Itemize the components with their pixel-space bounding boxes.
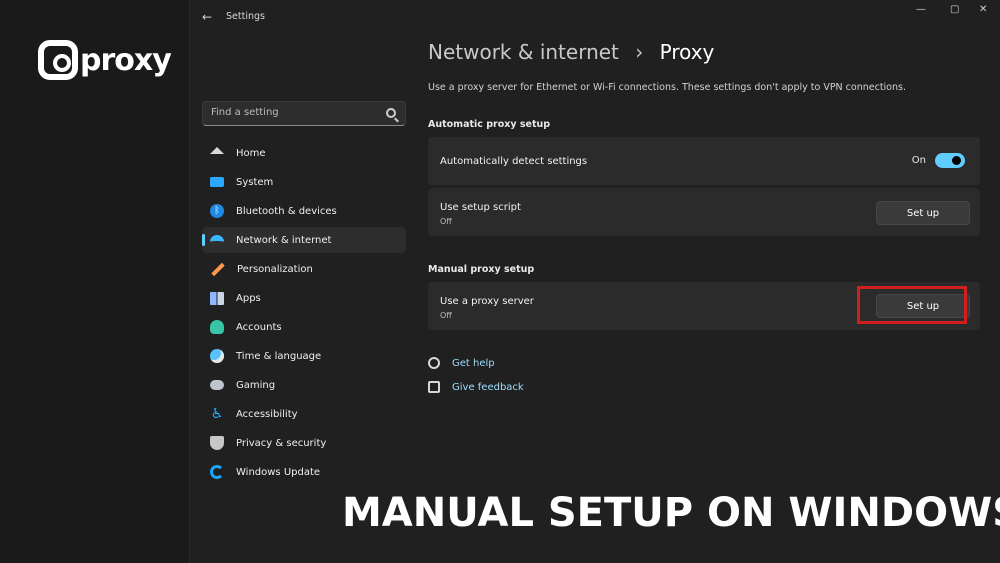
- proxy-logo: proxy: [38, 40, 172, 80]
- page-description: Use a proxy server for Ethernet or Wi-Fi…: [428, 82, 906, 93]
- toggle-state-label: On: [911, 155, 926, 166]
- search-icon[interactable]: [386, 108, 396, 118]
- feedback-icon: [428, 381, 440, 393]
- sidebar-item-system[interactable]: System: [202, 169, 406, 195]
- overlay-caption: MANUAL SETUP ON WINDOWS: [342, 490, 1000, 536]
- proxy-logo-text: proxy: [80, 42, 172, 78]
- sidebar-item-windows-update[interactable]: Windows Update: [202, 459, 406, 485]
- breadcrumb-separator: ›: [635, 40, 644, 64]
- sidebar-item-label: System: [236, 176, 274, 188]
- breadcrumb: Network & internet › Proxy: [428, 40, 714, 64]
- sidebar-item-label: Personalization: [237, 263, 313, 275]
- screenshot-stage: proxy ← Settings — ▢ ✕ Find a setting Ho…: [0, 0, 1000, 563]
- sidebar-item-gaming[interactable]: Gaming: [202, 372, 406, 398]
- bluetooth-icon: ᛒ: [210, 204, 224, 218]
- sidebar-item-privacy-security[interactable]: Privacy & security: [202, 430, 406, 456]
- sidebar-item-label: Apps: [236, 292, 261, 304]
- get-help-link[interactable]: Get help: [428, 357, 495, 369]
- sidebar-item-label: Privacy & security: [236, 437, 327, 449]
- sidebar-item-label: Gaming: [236, 379, 276, 391]
- give-feedback-label[interactable]: Give feedback: [452, 382, 524, 393]
- sidebar-item-apps[interactable]: Apps: [202, 285, 406, 311]
- settings-window: ← Settings — ▢ ✕ Find a setting Home Sys…: [190, 0, 1000, 563]
- sidebar-item-accounts[interactable]: Accounts: [202, 314, 406, 340]
- clock-globe-icon: [210, 349, 224, 363]
- sidebar-item-label: Network & internet: [236, 234, 332, 246]
- apps-icon: [210, 291, 224, 305]
- search-box[interactable]: Find a setting: [202, 101, 406, 126]
- setup-script-card: Use setup script Off Set up: [428, 188, 980, 236]
- sidebar-item-network-internet[interactable]: Network & internet: [202, 227, 406, 253]
- automatic-detect-label: Automatically detect settings: [440, 156, 588, 167]
- sidebar-item-time-language[interactable]: Time & language: [202, 343, 406, 369]
- sidebar-item-accessibility[interactable]: ♿ Accessibility: [202, 401, 406, 427]
- sidebar-item-personalization[interactable]: Personalization: [202, 256, 406, 282]
- sidebar-item-label: Home: [236, 147, 266, 159]
- window-title: Settings: [226, 11, 265, 22]
- automatic-detect-card: Automatically detect settings On: [428, 137, 980, 185]
- main-content: Network & internet › Proxy Use a proxy s…: [428, 0, 988, 563]
- back-arrow-icon[interactable]: ←: [202, 10, 212, 24]
- manual-proxy-label: Use a proxy server: [440, 296, 534, 307]
- sidebar-item-label: Accounts: [236, 321, 282, 333]
- manual-proxy-status: Off: [440, 311, 452, 320]
- wifi-icon: [210, 235, 224, 245]
- automatic-proxy-section-title: Automatic proxy setup: [428, 119, 551, 130]
- gamepad-icon: [210, 380, 224, 390]
- sidebar-item-home[interactable]: Home: [202, 140, 406, 166]
- page-title: Proxy: [659, 40, 715, 64]
- sidebar-item-label: Windows Update: [236, 466, 321, 478]
- brush-icon: [211, 262, 225, 276]
- sidebar-nav: Home System ᛒ Bluetooth & devices Networ…: [202, 140, 406, 488]
- sidebar-item-label: Time & language: [236, 350, 322, 362]
- give-feedback-link[interactable]: Give feedback: [428, 381, 524, 393]
- setup-script-status: Off: [440, 217, 452, 226]
- proxy-logo-mark-icon: [38, 40, 78, 80]
- breadcrumb-parent[interactable]: Network & internet: [428, 40, 619, 64]
- get-help-label[interactable]: Get help: [452, 358, 495, 369]
- setup-script-button[interactable]: Set up: [876, 201, 970, 225]
- system-icon: [210, 177, 224, 187]
- accounts-icon: [210, 320, 224, 334]
- update-icon: [210, 465, 224, 479]
- search-input[interactable]: Find a setting: [211, 107, 279, 118]
- manual-proxy-section-title: Manual proxy setup: [428, 264, 535, 275]
- home-icon: [210, 146, 224, 154]
- sidebar-item-label: Accessibility: [236, 408, 298, 420]
- help-icon: [428, 357, 440, 369]
- setup-script-label: Use setup script: [440, 202, 521, 213]
- automatic-detect-toggle[interactable]: [935, 153, 965, 168]
- brand-panel: proxy: [0, 0, 190, 563]
- accessibility-icon: ♿: [210, 406, 224, 422]
- callout-highlight-box: [857, 286, 967, 324]
- shield-icon: [210, 436, 224, 450]
- sidebar-item-bluetooth-devices[interactable]: ᛒ Bluetooth & devices: [202, 198, 406, 224]
- sidebar-item-label: Bluetooth & devices: [236, 205, 337, 217]
- sidebar: Find a setting Home System ᛒ Bluetooth &…: [190, 34, 420, 563]
